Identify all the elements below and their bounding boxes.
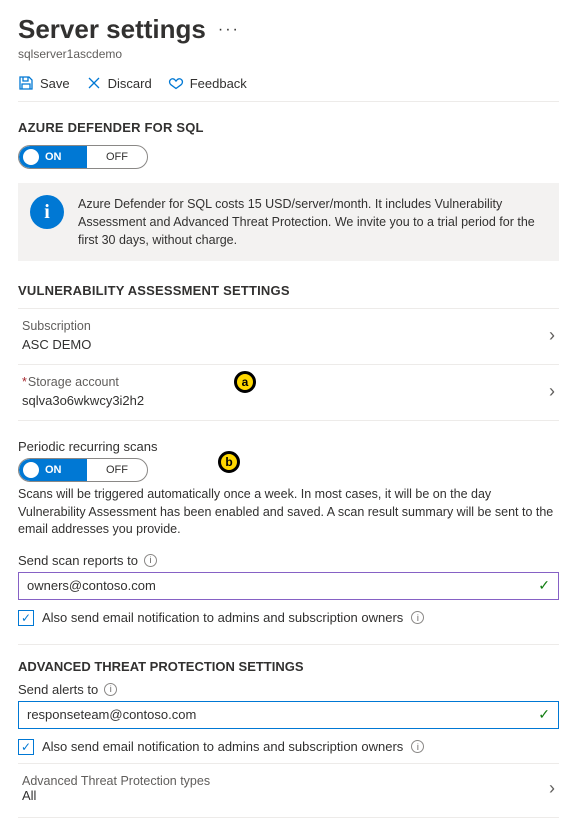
va-also-email-checkbox[interactable]: ✓ [18,610,34,626]
subscription-value: ASC DEMO [22,337,91,352]
atp-heading: ADVANCED THREAT PROTECTION SETTINGS [18,644,559,674]
discard-button[interactable]: Discard [86,75,152,91]
subscription-row[interactable]: Subscription ASC DEMO › [18,308,559,364]
save-label: Save [40,76,70,91]
atp-types-label: Advanced Threat Protection types [22,774,210,788]
info-banner: i Azure Defender for SQL costs 15 USD/se… [18,183,559,261]
feedback-icon [168,75,184,91]
info-icon: i [30,195,64,229]
periodic-scans-label: Periodic recurring scans [18,439,157,454]
storage-account-row[interactable]: *Storage account sqlva3o6wkwcy3i2h2 › a [18,364,559,421]
annotation-marker-a: a [234,371,256,393]
feedback-button[interactable]: Feedback [168,75,247,91]
storage-label: *Storage account [22,375,144,389]
subscription-label: Subscription [22,319,91,333]
send-alerts-label: Send alerts to [18,682,98,697]
periodic-toggle-off: OFF [87,464,147,476]
command-bar: Save Discard Feedback [18,75,559,102]
feedback-label: Feedback [190,76,247,91]
defender-toggle-off: OFF [87,151,147,163]
periodic-toggle-on: ON [45,464,62,476]
discard-label: Discard [108,76,152,91]
page-title: Server settings [18,14,206,45]
storage-value: sqlva3o6wkwcy3i2h2 [22,393,144,408]
info-text: Azure Defender for SQL costs 15 USD/serv… [78,195,547,249]
send-alerts-input[interactable]: responseteam@contoso.com ✓ [18,701,559,729]
defender-toggle-on: ON [45,151,62,163]
annotation-marker-b: b [218,451,240,473]
server-name-subtitle: sqlserver1ascdemo [18,47,559,61]
atp-also-email-checkbox[interactable]: ✓ [18,739,34,755]
send-reports-value: owners@contoso.com [27,578,156,593]
va-heading: VULNERABILITY ASSESSMENT SETTINGS [18,283,559,298]
send-alerts-value: responseteam@contoso.com [27,707,196,722]
atp-types-row[interactable]: Advanced Threat Protection types All › [18,763,559,818]
send-reports-label: Send scan reports to [18,553,138,568]
atp-types-value: All [22,788,210,803]
chevron-right-icon: › [549,325,555,346]
periodic-scans-description: Scans will be triggered automatically on… [18,486,559,539]
info-hint-icon[interactable]: i [144,554,157,567]
check-icon: ✓ [538,577,550,594]
send-reports-input[interactable]: owners@contoso.com ✓ [18,572,559,600]
discard-icon [86,75,102,91]
va-also-email-label: Also send email notification to admins a… [42,610,403,625]
defender-toggle[interactable]: ON OFF [18,145,148,169]
check-icon: ✓ [538,706,550,723]
more-actions-icon[interactable]: ··· [218,21,240,39]
info-hint-icon[interactable]: i [411,611,424,624]
chevron-right-icon: › [549,381,555,402]
chevron-right-icon: › [549,778,555,799]
info-hint-icon[interactable]: i [411,740,424,753]
atp-also-email-label: Also send email notification to admins a… [42,739,403,754]
periodic-scans-toggle[interactable]: ON OFF [18,458,148,482]
save-button[interactable]: Save [18,75,70,91]
defender-heading: AZURE DEFENDER FOR SQL [18,120,559,135]
save-icon [18,75,34,91]
info-hint-icon[interactable]: i [104,683,117,696]
